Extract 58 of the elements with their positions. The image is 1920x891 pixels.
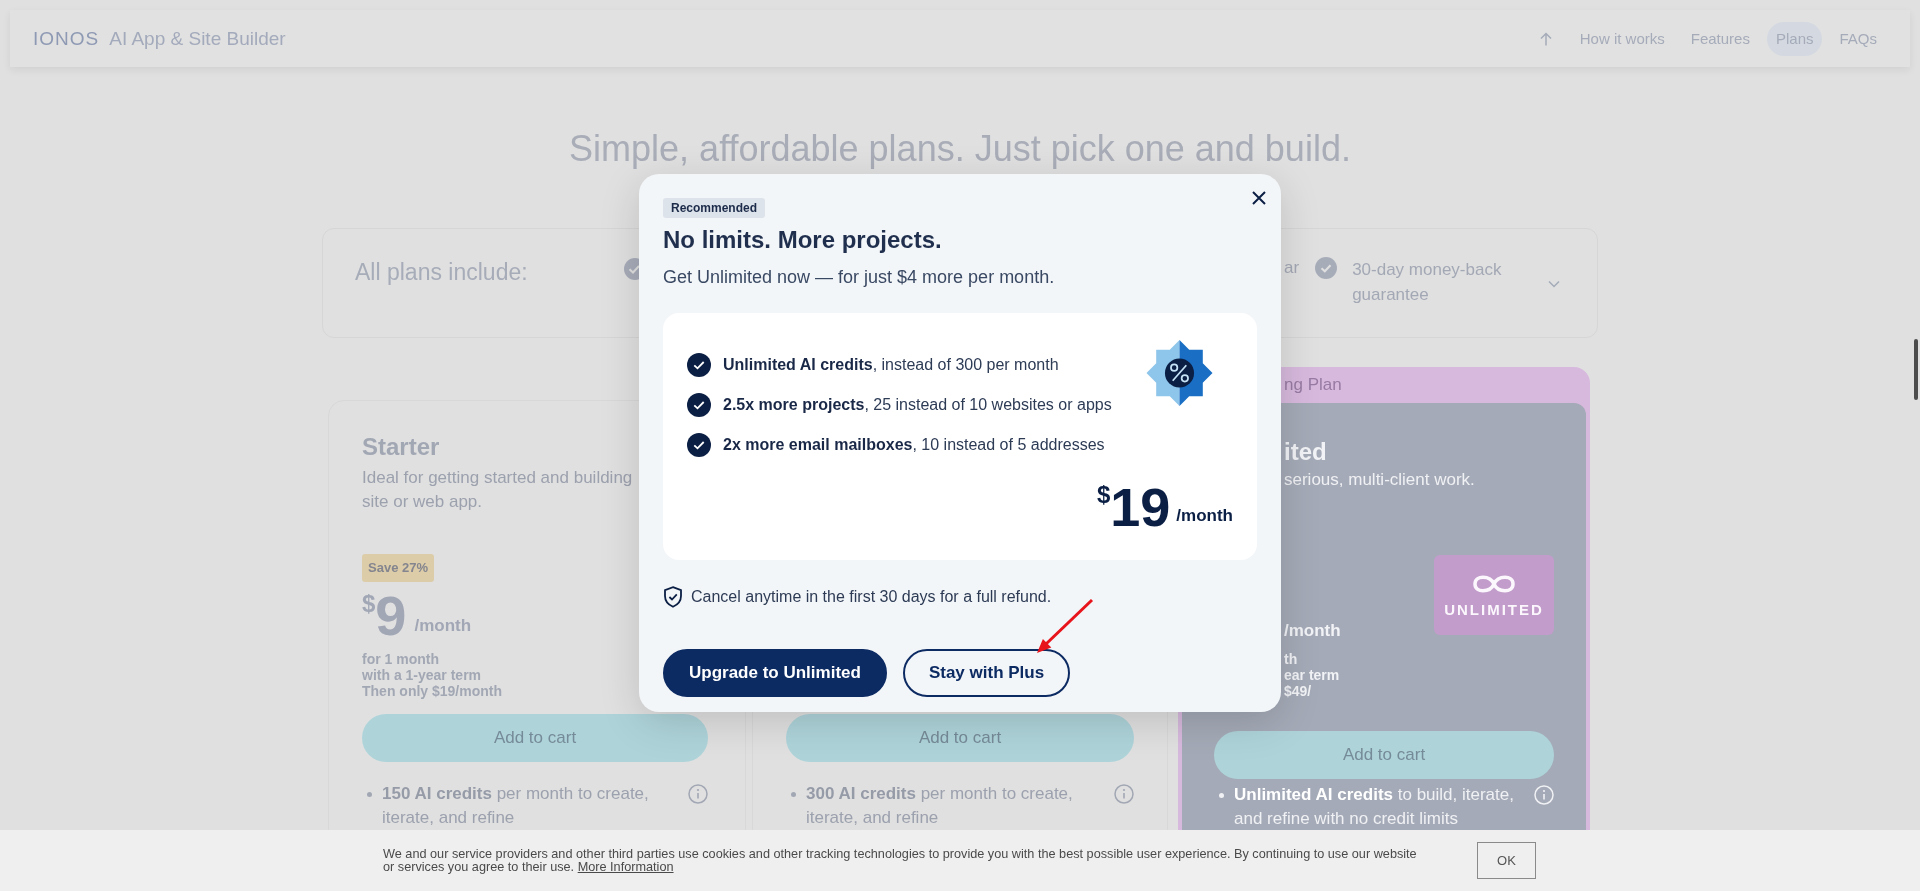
- plan-description: site or web app.: [362, 491, 482, 513]
- benefit-text: 2.5x more projects, 25 instead of 10 websites or apps: [723, 395, 1112, 415]
- check-circle-icon: [687, 433, 711, 457]
- feature-text: 30-day money-back guarantee: [1352, 259, 1503, 306]
- plan-banner-label: ng Plan: [1284, 374, 1342, 396]
- price-term: ear term: [1284, 667, 1340, 683]
- plan-description: serious, multi-client work.: [1284, 469, 1475, 491]
- info-icon[interactable]: [1114, 784, 1134, 804]
- chevron-down-icon[interactable]: [1548, 280, 1561, 288]
- logo-wordmark[interactable]: IONOS: [33, 26, 100, 51]
- price-term: for 1 month: [362, 651, 439, 667]
- plan-name: Starter: [362, 432, 440, 462]
- discount-badge: Save 27%: [362, 554, 434, 582]
- dialog-subtitle: Get Unlimited now — for just $4 more per month.: [663, 266, 1055, 289]
- add-to-cart-button[interactable]: Add to cart: [1214, 731, 1554, 779]
- section-label: All plans include:: [355, 259, 528, 285]
- shield-check-icon: [663, 586, 683, 608]
- feature-text: Unlimited AI credits to build, iterate, and refine with no credit limits: [1234, 784, 1515, 830]
- benefit-text: Unlimited AI credits, instead of 300 per month: [723, 355, 1059, 375]
- secondary-button[interactable]: Stay with Plus: [902, 649, 1071, 697]
- guarantee-text: Cancel anytime in the first 30 days for a full refund.: [691, 587, 1052, 607]
- nav-link[interactable]: FAQs: [1830, 21, 1886, 56]
- recommended-badge: Recommended: [663, 198, 766, 218]
- add-to-cart-button[interactable]: Add to cart: [362, 714, 708, 762]
- price-label: $19/month: [1096, 482, 1233, 532]
- price-term: $49/: [1284, 683, 1312, 699]
- logo-label: UNLIMITED: [1444, 601, 1544, 619]
- feature-text: ar: [1284, 257, 1300, 279]
- nav-link[interactable]: How it works: [1570, 21, 1674, 56]
- price-term: with a 1-year term: [362, 667, 482, 683]
- percent-badge-icon: [1146, 340, 1213, 406]
- price-label: /month: [1284, 621, 1341, 641]
- nav-link[interactable]: Features: [1681, 21, 1759, 56]
- plan-name: ited: [1284, 437, 1327, 467]
- check-circle-icon: [687, 393, 711, 417]
- price-term: Then only $19/month: [362, 683, 502, 699]
- check-circle-icon: [687, 353, 711, 377]
- scrollbar-thumb[interactable]: [1914, 339, 1918, 400]
- feature-text: 300 AI credits per month to create, iterate, and refine: [806, 783, 1074, 829]
- bullet-icon: [791, 792, 796, 797]
- primary-button[interactable]: Upgrade to Unlimited: [663, 649, 887, 697]
- dialog-title: No limits. More projects.: [663, 225, 942, 255]
- info-icon[interactable]: [688, 784, 708, 804]
- add-to-cart-button[interactable]: Add to cart: [786, 714, 1134, 762]
- arrow-up-icon[interactable]: [1539, 31, 1552, 46]
- price-label: $9/month: [362, 592, 472, 640]
- close-icon[interactable]: [1252, 191, 1266, 205]
- bullet-icon: [367, 792, 372, 797]
- price-term: th: [1284, 651, 1298, 667]
- product-name: AI App & Site Builder: [109, 26, 286, 51]
- feature-text: 150 AI credits per month to create, iterate, and refine: [382, 783, 650, 829]
- ok-button[interactable]: OK: [1477, 842, 1536, 879]
- bullet-icon: [1219, 793, 1224, 798]
- more-information-link[interactable]: More Information: [577, 859, 674, 874]
- plan-description: Ideal for getting started and building: [362, 467, 633, 489]
- cookie-notice: We and our service providers and other third parties use cookies and other tracking technologies to provide you with the best possible user experience. By continuing to use our website or services you agree to their use. More Information: [383, 847, 1418, 874]
- check-circle-icon: [1315, 257, 1338, 279]
- benefit-text: 2x more email mailboxes, 10 instead of 5 addresses: [723, 435, 1105, 455]
